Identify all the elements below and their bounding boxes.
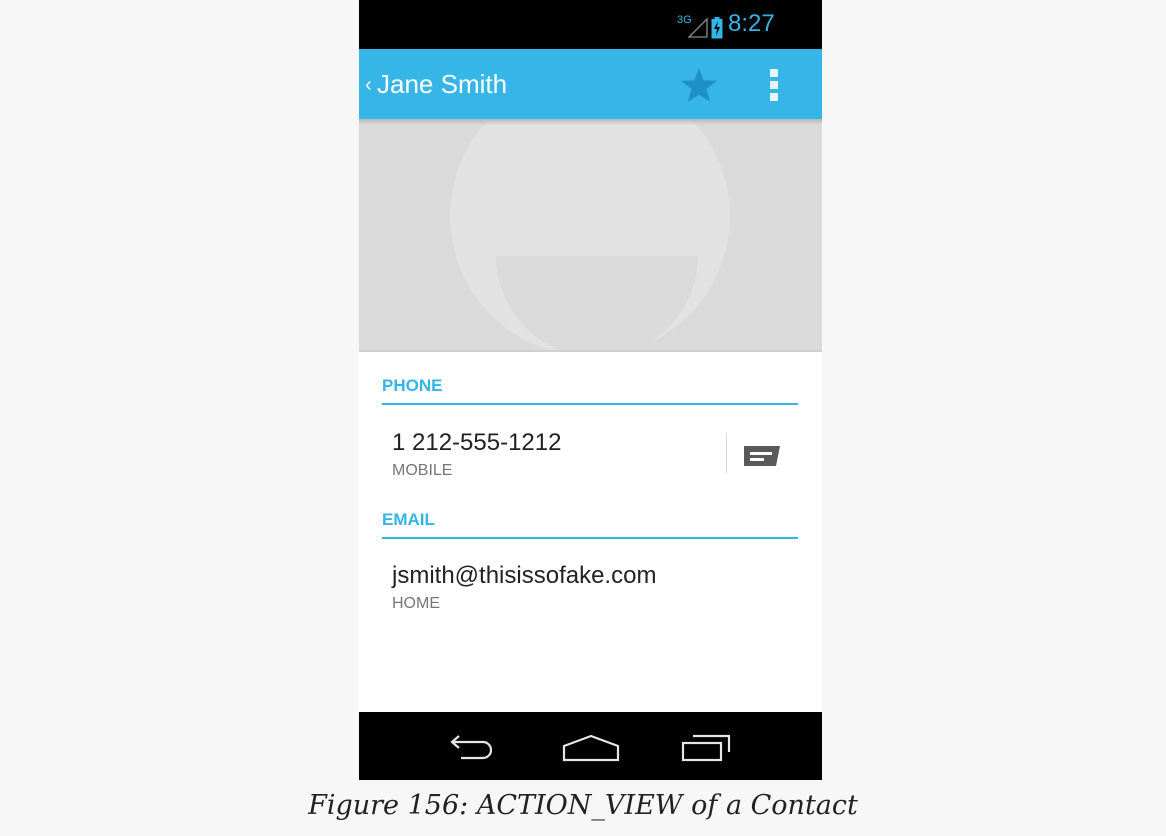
clock: 8:27 <box>728 10 775 37</box>
contact-name-title[interactable]: Jane Smith <box>377 69 507 100</box>
contact-photo[interactable] <box>359 119 822 351</box>
email-section-header: EMAIL <box>382 510 798 539</box>
phone-screen: 3G 8:27 ‹ Jane Smith PHONE 1 212-555-121… <box>359 0 822 780</box>
phone-number[interactable]: 1 212-555-1212 <box>392 429 561 457</box>
up-navigation-icon[interactable]: ‹ <box>365 74 372 97</box>
signal-icon <box>687 17 708 42</box>
status-bar: 3G 8:27 <box>359 0 822 49</box>
message-icon[interactable] <box>743 444 783 472</box>
phone-type-label: MOBILE <box>392 462 453 479</box>
home-icon[interactable] <box>562 734 620 766</box>
phone-section-header: PHONE <box>382 376 798 405</box>
star-icon[interactable] <box>680 67 718 107</box>
phone-action-divider <box>726 433 727 473</box>
battery-charging-icon <box>711 17 723 43</box>
email-type-label: HOME <box>392 595 440 612</box>
action-bar-shadow <box>359 119 822 125</box>
action-bar: ‹ Jane Smith <box>359 49 822 119</box>
photo-divider <box>359 350 822 352</box>
figure-caption: Figure 156: ACTION_VIEW of a Contact <box>308 790 858 821</box>
overflow-menu-icon[interactable] <box>769 69 779 105</box>
email-address[interactable]: jsmith@thisissofake.com <box>392 562 656 590</box>
recent-apps-icon[interactable] <box>681 734 731 766</box>
navigation-bar <box>359 712 822 780</box>
default-contact-avatar-icon <box>359 119 822 351</box>
back-icon[interactable] <box>449 734 493 764</box>
